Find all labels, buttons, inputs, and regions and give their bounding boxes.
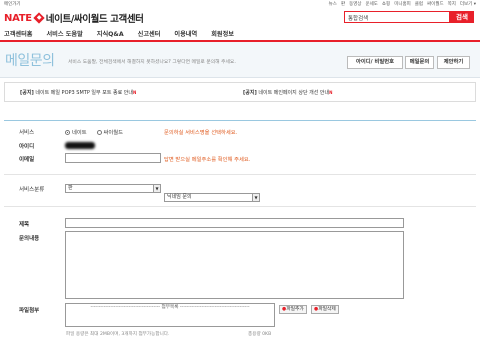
nav-item-report[interactable]: 신고센터 (138, 29, 161, 38)
util-link-fortune[interactable]: 운세도 (366, 1, 378, 7)
search-button[interactable]: 검색 (450, 11, 474, 23)
attach-note: 파일 용량은 최대 2MB이며, 3개까지 첨부가능합니다. (66, 332, 170, 337)
new-badge: N (133, 90, 137, 95)
service-label: 서비스 (19, 130, 35, 136)
site-logo[interactable]: NATE ◆ 네이트/싸이월드 고객센터 (4, 11, 144, 25)
util-link-news[interactable]: 뉴스 (329, 1, 337, 7)
page-title: 메일문의 (5, 53, 55, 69)
attach-list-header: ----------------------------------------… (90, 305, 250, 310)
attach-total-size: 총용량 0KB (248, 332, 272, 337)
util-link-video[interactable]: 동영상 (349, 1, 361, 7)
util-link-minihompy[interactable]: 미니홈피 (394, 1, 411, 7)
tab-mail-inquiry[interactable]: 메일문의 (405, 56, 434, 69)
subject-label: 제목 (19, 222, 30, 228)
radio-nate[interactable]: 네이트 (65, 128, 87, 136)
utility-links: 뉴스 판 동영상 운세도 쇼핑 미니홈피 클럽 싸이월드 쪽지 더보기 ▾ (329, 1, 476, 7)
category-select[interactable]: 판 ▼ (65, 184, 161, 193)
nav-item-help[interactable]: 서비스 도움말 (46, 29, 82, 38)
nav-item-member[interactable]: 회원정보 (211, 29, 234, 38)
email-field[interactable] (65, 153, 161, 163)
notice-item[interactable]: [공지] 네이트 메일 POP3 SMTP 일부 포트 종료 안내N (20, 89, 136, 96)
nate-diamond-icon: ◆ (33, 12, 45, 24)
delete-file-button[interactable]: ●파일삭제 (311, 305, 339, 314)
body-label: 문의내용 (19, 236, 40, 242)
nav-item-home[interactable]: 고객센터홈 (4, 29, 32, 38)
util-link-shopping[interactable]: 쇼핑 (382, 1, 390, 7)
chevron-down-icon: ▼ (153, 185, 160, 192)
category-label: 서비스분류 (19, 187, 45, 193)
section-divider (4, 120, 476, 121)
subcategory-select[interactable]: 닉네임 문의 ▼ (164, 193, 260, 202)
id-label: 아이디 (19, 144, 35, 150)
util-link-more[interactable]: 더보기 ▾ (460, 1, 476, 7)
nav-item-history[interactable]: 이용내역 (174, 29, 197, 38)
util-link-club[interactable]: 클럽 (415, 1, 423, 7)
service-warning: 문의하실 서비스명을 선택하세요. (164, 130, 238, 136)
skip-to-main-link[interactable]: 메인가기 (4, 1, 21, 7)
radio-cyworld[interactable]: 싸이월드 (96, 128, 123, 136)
main-nav: 고객센터홈 서비스 도움말 지식Q&A 신고센터 이용내역 회원정보 (4, 29, 234, 38)
site-title: 네이트/싸이월드 고객센터 (45, 14, 144, 25)
chevron-down-icon: ▼ (252, 194, 259, 201)
nav-item-qna[interactable]: 지식Q&A (97, 29, 124, 38)
subject-field[interactable] (65, 218, 404, 228)
util-link-pann[interactable]: 판 (341, 1, 345, 7)
email-label: 이메일 (19, 157, 35, 163)
user-id-redacted (65, 142, 95, 149)
util-link-note[interactable]: 쪽지 (448, 1, 456, 7)
notice-item[interactable]: [공지] 네이트 메인페이지 상단 개선 안내N (243, 89, 333, 96)
service-radio-group: 네이트 싸이월드 (65, 128, 131, 137)
nate-logo-text: NATE (4, 12, 32, 24)
util-link-cyworld[interactable]: 싸이월드 (427, 1, 444, 7)
add-file-button[interactable]: ●파일추가 (279, 305, 307, 314)
search-input[interactable]: 통합검색 (344, 11, 450, 23)
new-badge: N (329, 90, 333, 95)
radio-unchecked-icon (96, 129, 102, 135)
tab-id-password[interactable]: 아이디/ 비밀번호 (347, 56, 403, 69)
divider (4, 206, 476, 207)
attach-label: 파일첨부 (19, 308, 40, 314)
tab-suggestion[interactable]: 제안하기 (437, 56, 470, 69)
body-textarea[interactable] (65, 231, 404, 299)
email-warning: 답변 받으실 메일주소를 확인해 주세요. (164, 157, 251, 163)
page-description: 서비스 도움말, 전체검색에서 해결하지 못하셨나요? 그렇다면 메일로 문의해… (68, 60, 236, 65)
radio-checked-icon (65, 129, 70, 135)
divider (4, 174, 476, 175)
